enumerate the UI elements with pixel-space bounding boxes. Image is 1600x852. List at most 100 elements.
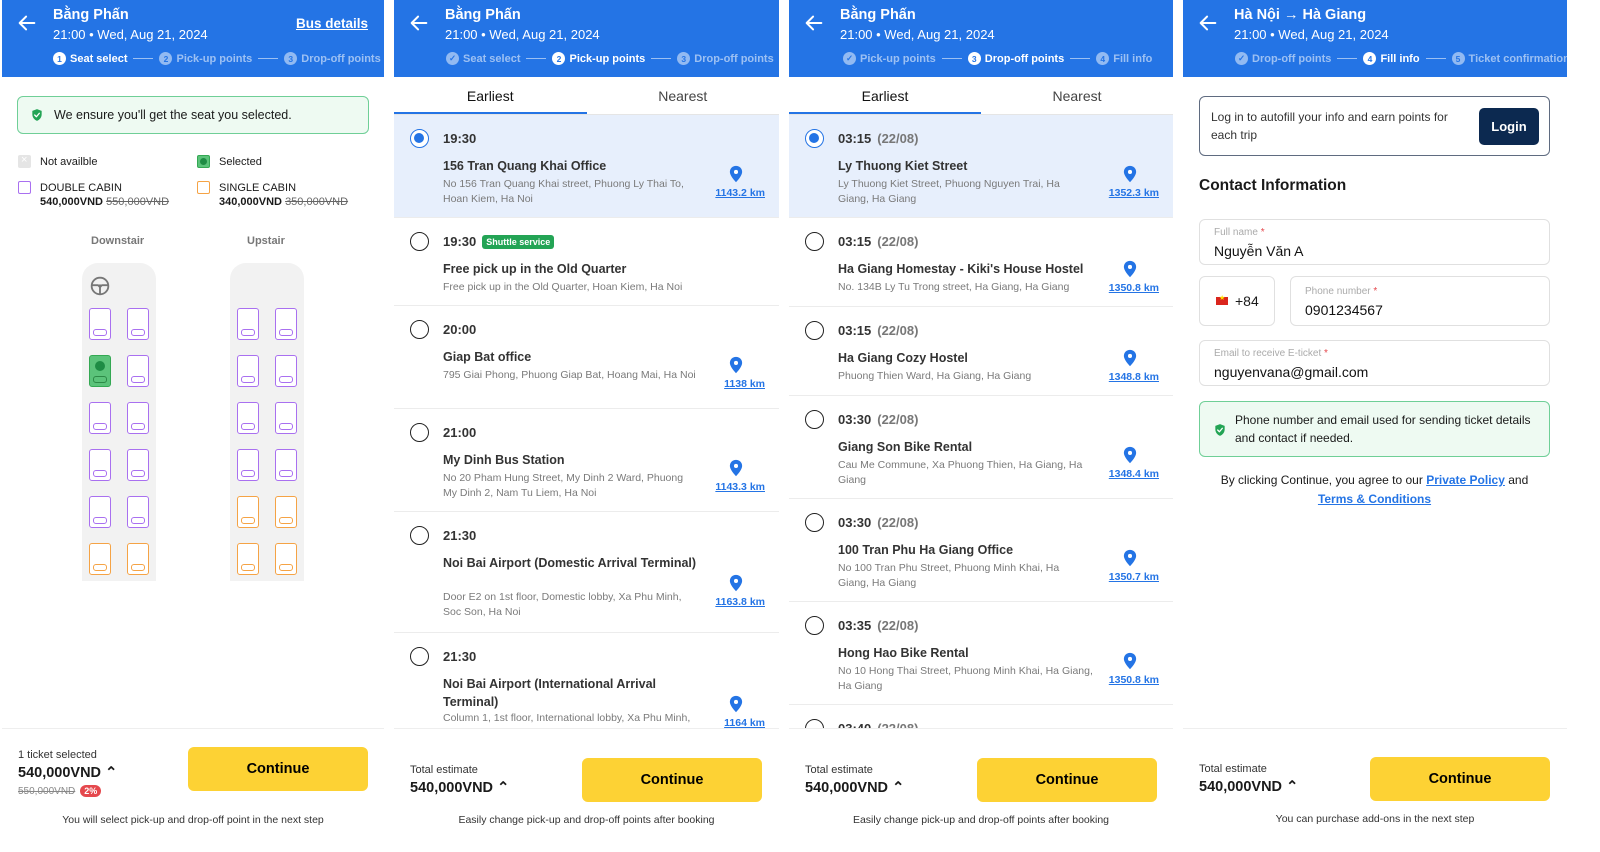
continue-button[interactable]: Continue xyxy=(188,747,368,791)
map-pin-icon[interactable] xyxy=(1123,260,1137,278)
seat-double[interactable] xyxy=(89,402,111,434)
tab-earliest[interactable]: Earliest xyxy=(789,77,981,114)
total-price[interactable]: 540,000VND ⌃ xyxy=(1199,779,1298,795)
distance-link[interactable]: 1143.3 km xyxy=(715,481,765,493)
country-code-select[interactable]: +84 xyxy=(1199,276,1275,326)
tab-nearest[interactable]: Nearest xyxy=(587,77,780,114)
location-option[interactable]: 21:00 My Dinh Bus Station No 20 Pham Hung … xyxy=(394,409,779,512)
phone-input[interactable] xyxy=(1305,302,1525,318)
distance-link[interactable]: 1143.2 km xyxy=(715,187,765,199)
radio-button[interactable] xyxy=(410,232,429,251)
radio-button[interactable] xyxy=(805,129,824,148)
radio-button[interactable] xyxy=(805,513,824,532)
distance-link[interactable]: 1348.8 km xyxy=(1109,371,1159,383)
seat-double[interactable] xyxy=(89,449,111,481)
back-arrow-icon[interactable] xyxy=(803,12,825,34)
seat-single[interactable] xyxy=(237,543,259,575)
continue-button[interactable]: Continue xyxy=(977,758,1157,802)
total-price[interactable]: 540,000VND ⌃ xyxy=(805,780,904,796)
radio-button[interactable] xyxy=(410,647,429,666)
map-pin-icon[interactable] xyxy=(1123,349,1137,367)
distance-link[interactable]: 1352.3 km xyxy=(1109,187,1159,199)
map-pin-icon[interactable] xyxy=(729,356,743,374)
radio-button[interactable] xyxy=(805,616,824,635)
continue-button[interactable]: Continue xyxy=(582,758,762,802)
location-option[interactable]: 03:15 (22/08) Ly Thuong Kiet Street Ly Thuo… xyxy=(789,115,1173,218)
distance-link[interactable]: 1350.8 km xyxy=(1109,674,1159,686)
seat-double[interactable] xyxy=(237,402,259,434)
map-pin-icon[interactable] xyxy=(729,695,743,713)
screen-fill-info: Hà Nội → Hà Giang 21:00 • Wed, Aug 21, 2… xyxy=(1183,0,1567,852)
map-pin-icon[interactable] xyxy=(729,459,743,477)
terms-link[interactable]: Terms & Conditions xyxy=(1318,492,1431,506)
tab-earliest[interactable]: Earliest xyxy=(394,77,587,114)
distance-link[interactable]: 1138 km xyxy=(724,378,765,390)
phone-field[interactable]: Phone number * xyxy=(1290,276,1550,326)
location-option[interactable]: 03:15 (22/08) Ha Giang Homestay - Kiki's H… xyxy=(789,218,1173,307)
full-name-field[interactable]: Full name * xyxy=(1199,219,1550,265)
radio-button[interactable] xyxy=(410,320,429,339)
radio-button[interactable] xyxy=(410,526,429,545)
seat-selected[interactable] xyxy=(89,355,111,387)
radio-button[interactable] xyxy=(805,321,824,340)
email-field[interactable]: Email to receive E-ticket * xyxy=(1199,340,1550,386)
contact-usage-notice: Phone number and email used for sending … xyxy=(1199,401,1550,457)
location-option[interactable]: 20:00 Giap Bat office 795 Giai Phong, Phuo… xyxy=(394,306,779,409)
seat-double[interactable] xyxy=(237,355,259,387)
tab-nearest[interactable]: Nearest xyxy=(981,77,1173,114)
location-option[interactable]: 03:35 (22/08) Hong Hao Bike Rental No 10 Ho… xyxy=(789,602,1173,705)
location-option[interactable]: 03:15 (22/08) Ha Giang Cozy Hostel Phuong T… xyxy=(789,307,1173,396)
location-option[interactable]: 03:30 (22/08) Giang Son Bike Rental Cau Me … xyxy=(789,396,1173,499)
seat-single[interactable] xyxy=(89,543,111,575)
step-number: 1 xyxy=(53,52,66,65)
seat-double[interactable] xyxy=(127,402,149,434)
seat-double[interactable] xyxy=(237,449,259,481)
total-price[interactable]: 540,000VND ⌃ xyxy=(410,780,509,796)
seat-single[interactable] xyxy=(275,543,297,575)
bus-details-link[interactable]: Bus details xyxy=(296,16,368,31)
map-pin-icon[interactable] xyxy=(729,165,743,183)
distance-link[interactable]: 1350.8 km xyxy=(1109,282,1159,294)
seat-double[interactable] xyxy=(275,449,297,481)
distance-link[interactable]: 1350.7 km xyxy=(1109,571,1159,583)
check-circle-icon: ✓ xyxy=(843,52,856,65)
map-pin-icon[interactable] xyxy=(1123,446,1137,464)
distance-link[interactable]: 1163.8 km xyxy=(715,596,765,608)
seat-double[interactable] xyxy=(275,355,297,387)
privacy-policy-link[interactable]: Private Policy xyxy=(1426,473,1505,487)
seat-double[interactable] xyxy=(127,449,149,481)
full-name-input[interactable] xyxy=(1214,243,1514,259)
radio-button[interactable] xyxy=(805,410,824,429)
back-arrow-icon[interactable] xyxy=(1197,12,1219,34)
map-pin-icon[interactable] xyxy=(1123,652,1137,670)
back-arrow-icon[interactable] xyxy=(408,12,430,34)
seat-double[interactable] xyxy=(127,308,149,340)
seat-single[interactable] xyxy=(237,496,259,528)
time: 19:30 xyxy=(443,131,477,146)
seat-double[interactable] xyxy=(275,308,297,340)
map-pin-icon[interactable] xyxy=(1123,549,1137,567)
login-button[interactable]: Login xyxy=(1479,108,1539,145)
radio-button[interactable] xyxy=(410,129,429,148)
seat-single[interactable] xyxy=(275,496,297,528)
location-option[interactable]: 19:30 156 Tran Quang Khai Office No 156 Tr… xyxy=(394,115,779,218)
seat-double[interactable] xyxy=(89,308,111,340)
location-option[interactable]: 21:30 Noi Bai Airport (Domestic Arrival T… xyxy=(394,512,779,633)
location-option[interactable]: 19:30 Shuttle service Free pick up in the … xyxy=(394,218,779,306)
map-pin-icon[interactable] xyxy=(729,574,743,592)
distance-link[interactable]: 1348.4 km xyxy=(1109,468,1159,480)
map-pin-icon[interactable] xyxy=(1123,165,1137,183)
seat-double[interactable] xyxy=(237,308,259,340)
seat-single[interactable] xyxy=(127,543,149,575)
seat-double[interactable] xyxy=(275,402,297,434)
seat-double[interactable] xyxy=(89,496,111,528)
radio-button[interactable] xyxy=(805,232,824,251)
continue-button[interactable]: Continue xyxy=(1370,757,1550,801)
seat-double[interactable] xyxy=(127,496,149,528)
radio-button[interactable] xyxy=(410,423,429,442)
back-arrow-icon[interactable] xyxy=(16,12,38,34)
seat-double[interactable] xyxy=(127,355,149,387)
location-option[interactable]: 03:30 (22/08) 100 Tran Phu Ha Giang Office… xyxy=(789,499,1173,602)
email-input[interactable] xyxy=(1214,364,1514,380)
total-price[interactable]: 540,000VND ⌃ xyxy=(18,765,117,781)
